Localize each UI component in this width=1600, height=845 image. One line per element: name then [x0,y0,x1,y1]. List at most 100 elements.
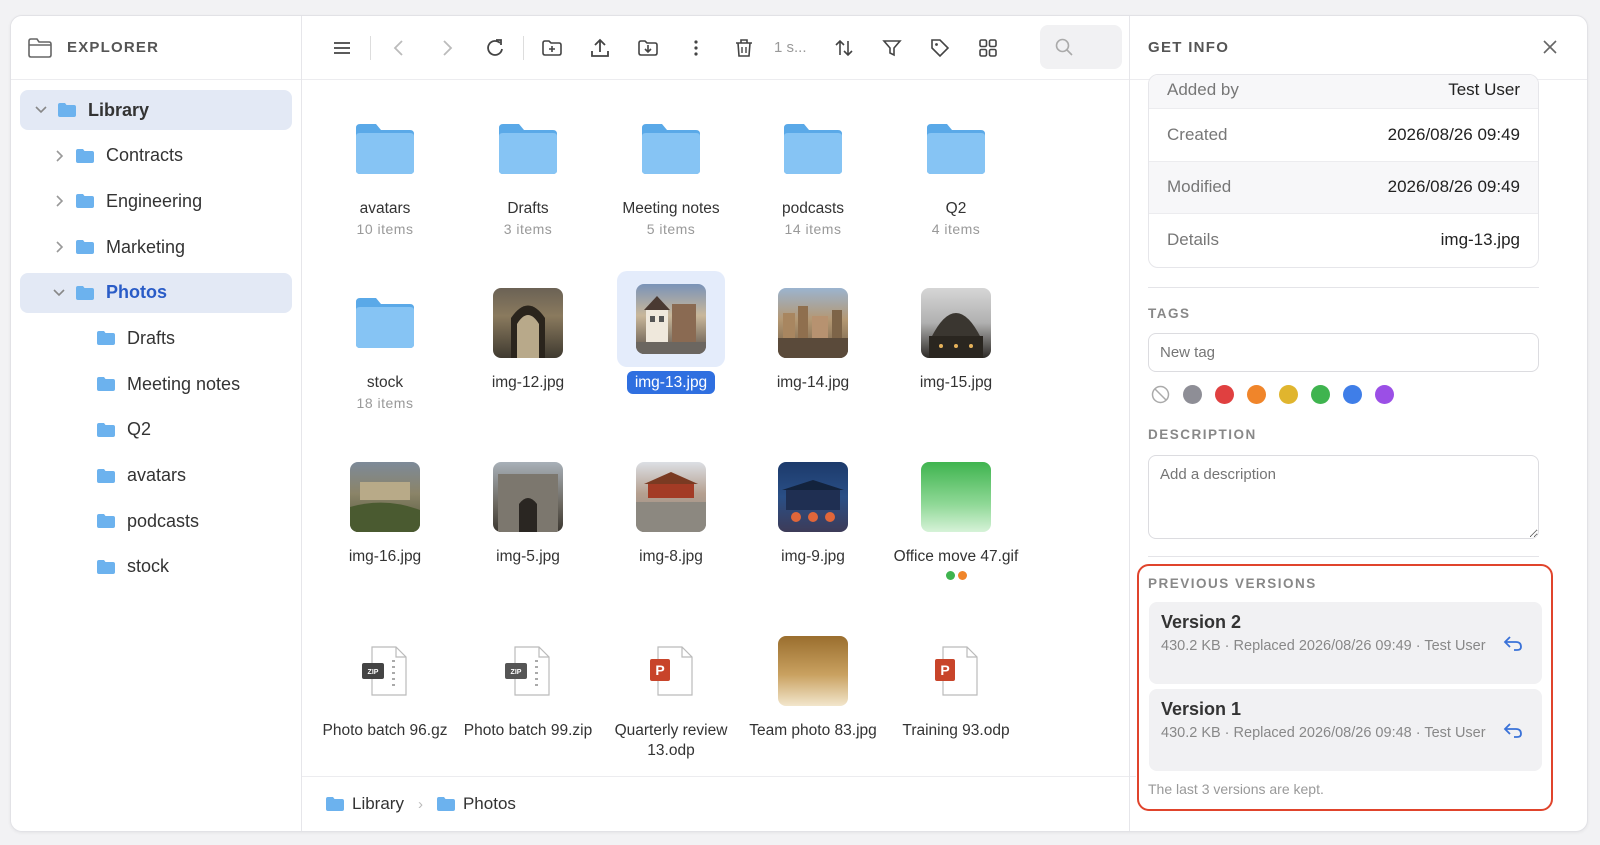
tree-item-marketing[interactable]: Marketing [20,227,292,267]
grid-item-folder[interactable]: avatars 10 items [315,114,455,237]
swatch-purple[interactable] [1375,385,1394,404]
folder-icon [97,559,115,574]
filter-button[interactable] [868,28,916,68]
property-key: Created [1167,124,1228,144]
file-grid: avatars 10 items Drafts 3 items Meeting … [302,81,1136,763]
tree-item-library[interactable]: Library [20,90,292,130]
refresh-button[interactable] [471,28,519,68]
grid-item-image[interactable]: img-12.jpg [458,288,598,393]
property-key: Added by [1167,79,1239,99]
search-input[interactable] [1040,25,1122,69]
image-thumbnail [778,636,848,706]
description-textarea[interactable] [1148,455,1539,539]
property-row-details: Details img-13.jpg [1149,214,1538,267]
swatch-yellow[interactable] [1279,385,1298,404]
swatch-green[interactable] [1311,385,1330,404]
chevron-down-icon[interactable] [34,103,48,117]
no-color-icon[interactable] [1151,385,1170,404]
folder-icon [76,240,94,255]
image-thumbnail [636,462,706,532]
breadcrumb-item-photos[interactable]: Photos [436,794,516,814]
grid-item-image[interactable]: Team photo 83.jpg [743,636,883,741]
forward-button[interactable] [423,28,471,68]
chevron-left-icon [393,39,403,56]
tag-dot-orange [957,571,967,580]
tags-section-title: TAGS [1148,306,1191,321]
tree-item-q2[interactable]: Q2 [20,410,292,450]
breadcrumb-item-library[interactable]: Library [326,794,404,814]
grid-item-image[interactable]: img-16.jpg [315,462,455,567]
grid-item-archive[interactable]: ZIP Photo batch 99.zip [458,636,598,741]
tree-item-contracts[interactable]: Contracts [20,136,292,176]
tree-item-engineering[interactable]: Engineering [20,181,292,221]
chevron-down-icon[interactable] [52,286,66,300]
folder-outline-icon [28,37,52,58]
tree-item-drafts[interactable]: Drafts [20,318,292,358]
swatch-blue[interactable] [1343,385,1362,404]
restore-icon[interactable] [1502,632,1524,654]
tag-color-swatches [1151,385,1394,404]
new-tag-input[interactable] [1148,333,1539,372]
restore-icon[interactable] [1502,719,1524,741]
upload-button[interactable] [576,28,624,68]
grid-item-image[interactable]: img-5.jpg [458,462,598,567]
back-button[interactable] [375,28,423,68]
versions-section-title: PREVIOUS VERSIONS [1148,576,1317,591]
toolbar-divider [370,35,371,60]
grid-item-folder[interactable]: Q2 4 items [886,114,1026,237]
item-name: podcasts [781,200,845,217]
tree-item-meeting-notes[interactable]: Meeting notes [20,364,292,404]
version-meta: 430.2 KB · Replaced 2026/08/26 09:49 · T… [1161,638,1486,654]
tree-item-photos[interactable]: Photos [20,272,292,313]
sidebar-header: EXPLORER [11,16,301,80]
grid-item-image[interactable]: img-9.jpg [743,462,883,567]
swatch-red[interactable] [1215,385,1234,404]
tree-item-avatars[interactable]: avatars [20,456,292,496]
chevron-right-icon[interactable] [52,149,66,163]
grid-item-folder[interactable]: Drafts 3 items [458,114,598,237]
grid-item-folder[interactable]: stock 18 items [315,288,455,411]
property-value: Test User [1448,79,1520,99]
chevron-right-icon[interactable] [52,240,66,254]
tree-item-label: Drafts [127,327,176,348]
view-grid-button[interactable] [964,28,1012,68]
grid-item-image-selected[interactable]: img-13.jpg [601,271,741,394]
swatch-orange[interactable] [1247,385,1266,404]
property-value: img-13.jpg [1440,230,1520,250]
sort-button[interactable] [820,28,868,68]
more-button[interactable] [672,28,720,68]
svg-text:ZIP: ZIP [511,669,522,676]
tag-button[interactable] [916,28,964,68]
tree-item-label: avatars [127,465,187,485]
grid-item-folder[interactable]: Meeting notes 5 items [601,114,741,237]
chevron-right-icon[interactable] [52,194,66,208]
download-button[interactable] [624,28,672,68]
grid-item-image[interactable]: img-8.jpg [601,462,741,567]
item-count: 10 items [356,221,414,237]
grid-item-archive[interactable]: ZIP Photo batch 96.gz [315,636,455,741]
grid-item-image[interactable]: img-15.jpg [886,288,1026,393]
delete-button[interactable] [720,28,768,68]
close-icon[interactable] [1541,38,1559,56]
grid-item-gif[interactable]: Office move 47.gif [886,462,1026,580]
grid-item-folder[interactable]: podcasts 14 items [743,114,883,237]
menu-button[interactable] [318,28,366,68]
tree-item-podcasts[interactable]: podcasts [20,501,292,541]
item-name: Drafts [507,200,549,217]
tree-item-label: Contracts [106,145,184,166]
new-folder-button[interactable] [528,28,576,68]
tree-item-stock[interactable]: stock [20,547,292,587]
swatch-gray[interactable] [1183,385,1202,404]
info-title: GET INFO [1148,39,1230,56]
image-thumbnail [350,462,420,532]
item-name: img-12.jpg [491,374,565,391]
grid-item-image[interactable]: img-14.jpg [743,288,883,393]
versions-note: The last 3 versions are kept. [1148,781,1324,797]
version-item: Version 1 430.2 KB · Replaced 2026/08/26… [1149,689,1542,771]
search-icon [1055,38,1073,56]
folder-icon [76,194,94,209]
breadcrumb: Library › Photos [302,776,1136,831]
grid-item-presentation[interactable]: P Training 93.odp [886,636,1026,741]
item-name: Team photo 83.jpg [749,722,877,739]
grid-item-presentation[interactable]: P Quarterly review 13.odp [601,636,741,761]
